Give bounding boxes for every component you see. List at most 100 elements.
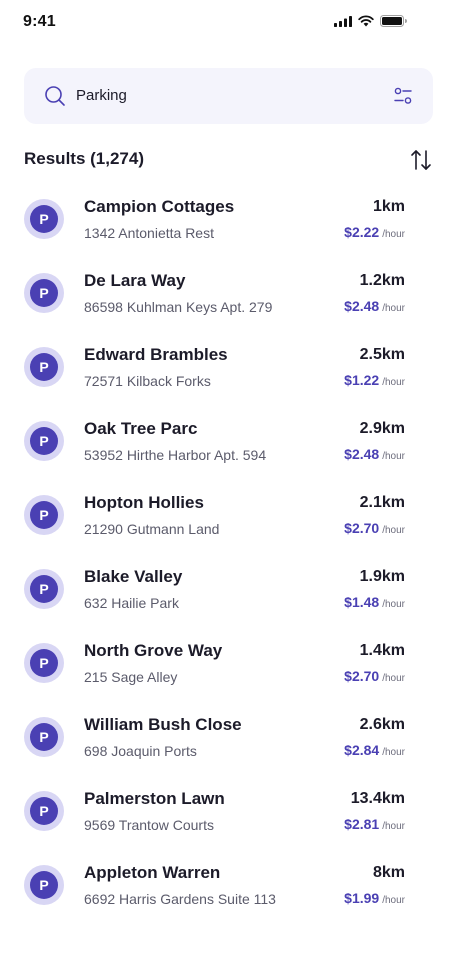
filter-icon[interactable] [393, 86, 413, 106]
parking-address: 1342 Antonietta Rest [84, 225, 214, 241]
parking-badge: P [24, 865, 64, 905]
parking-price-row: $2.48/hour [344, 298, 405, 316]
parking-price: $2.48 [344, 446, 380, 462]
parking-badge: P [24, 643, 64, 683]
cellular-signal-icon [334, 15, 352, 27]
parking-price: $2.84 [344, 742, 380, 758]
parking-icon: P [30, 501, 58, 529]
parking-price-unit: /hour [382, 747, 405, 758]
parking-price-unit: /hour [382, 525, 405, 536]
parking-price-unit: /hour [382, 303, 405, 314]
parking-name: Hopton Hollies [84, 493, 204, 512]
parking-name: Palmerston Lawn [84, 789, 225, 808]
parking-distance: 1.2km [359, 272, 405, 289]
wifi-icon [358, 15, 374, 27]
parking-price-row: $1.99/hour [344, 890, 405, 908]
parking-price-row: $2.70/hour [344, 668, 405, 686]
parking-price-row: $1.48/hour [344, 594, 405, 612]
parking-icon: P [30, 575, 58, 603]
parking-distance: 1.4km [359, 642, 405, 659]
parking-price-unit: /hour [382, 821, 405, 832]
parking-price: $1.22 [344, 372, 380, 388]
parking-distance: 8km [372, 864, 405, 881]
search-bar[interactable]: Parking [24, 68, 433, 124]
parking-list-item[interactable]: P Campion Cottages 1342 Antonietta Rest … [24, 182, 405, 256]
parking-address: 698 Joaquin Ports [84, 743, 197, 759]
parking-distance: 13.4km [350, 790, 405, 807]
parking-price-row: $2.70/hour [344, 520, 405, 538]
parking-price-unit: /hour [382, 229, 405, 240]
parking-price-unit: /hour [382, 377, 405, 388]
parking-price-row: $2.81/hour [344, 816, 405, 834]
parking-icon: P [30, 205, 58, 233]
parking-list-item[interactable]: P Oak Tree Parc 53952 Hirthe Harbor Apt.… [24, 404, 405, 478]
parking-price: $2.70 [344, 668, 380, 684]
parking-address: 53952 Hirthe Harbor Apt. 594 [84, 447, 267, 463]
parking-address: 72571 Kilback Forks [84, 373, 211, 389]
parking-price-row: $1.22/hour [344, 372, 405, 390]
parking-price: $2.81 [344, 816, 380, 832]
parking-list-item[interactable]: P William Bush Close 698 Joaquin Ports 2… [24, 700, 405, 774]
parking-price: $1.99 [344, 890, 380, 906]
parking-badge: P [24, 569, 64, 609]
parking-name: Campion Cottages [84, 197, 235, 216]
parking-price-row: $2.84/hour [344, 742, 405, 760]
search-icon [45, 86, 65, 106]
parking-list-item[interactable]: P Hopton Hollies 21290 Gutmann Land 2.1k… [24, 478, 405, 552]
parking-price: $2.70 [344, 520, 380, 536]
status-icons [334, 15, 407, 27]
battery-icon [380, 15, 407, 27]
search-input[interactable]: Parking [76, 87, 127, 104]
parking-icon: P [30, 871, 58, 899]
parking-distance: 2.1km [359, 494, 405, 511]
parking-name: North Grove Way [84, 641, 223, 660]
parking-price: $1.48 [344, 594, 380, 610]
parking-name: Appleton Warren [84, 863, 221, 882]
results-title: Results (1,274) [24, 149, 144, 168]
parking-price-row: $2.48/hour [344, 446, 405, 464]
parking-name: William Bush Close [84, 715, 242, 734]
parking-badge: P [24, 717, 64, 757]
parking-address: 6692 Harris Gardens Suite 113 [84, 891, 276, 907]
parking-badge: P [24, 347, 64, 387]
parking-price: $2.48 [344, 298, 380, 314]
parking-badge: P [24, 199, 64, 239]
status-bar: 9:41 [0, 0, 457, 46]
parking-price-unit: /hour [382, 673, 405, 684]
parking-badge: P [24, 273, 64, 313]
parking-address: 215 Sage Alley [84, 669, 178, 685]
parking-distance: 1km [372, 198, 405, 215]
parking-badge: P [24, 791, 64, 831]
parking-list-item[interactable]: P Palmerston Lawn 9569 Trantow Courts 13… [24, 774, 405, 848]
parking-icon: P [30, 279, 58, 307]
parking-price-row: $2.22/hour [344, 224, 405, 242]
parking-price-unit: /hour [382, 895, 405, 906]
parking-address: 632 Hailie Park [84, 595, 179, 611]
parking-price-unit: /hour [382, 599, 405, 610]
parking-name: Oak Tree Parc [84, 419, 198, 438]
parking-list-item[interactable]: P Appleton Warren 6692 Harris Gardens Su… [24, 848, 405, 922]
parking-address: 21290 Gutmann Land [84, 521, 220, 537]
sort-icon[interactable] [409, 148, 433, 172]
parking-name: Blake Valley [84, 567, 183, 586]
parking-address: 9569 Trantow Courts [84, 817, 214, 833]
parking-icon: P [30, 723, 58, 751]
parking-list-item[interactable]: P Edward Brambles 72571 Kilback Forks 2.… [24, 330, 405, 404]
parking-list-item[interactable]: P North Grove Way 215 Sage Alley 1.4km $… [24, 626, 405, 700]
parking-distance: 2.9km [359, 420, 405, 437]
parking-distance: 2.5km [359, 346, 405, 363]
parking-distance: 1.9km [359, 568, 405, 585]
parking-name: De Lara Way [84, 271, 186, 290]
parking-list: P Campion Cottages 1342 Antonietta Rest … [24, 182, 405, 922]
parking-icon: P [30, 797, 58, 825]
parking-address: 86598 Kuhlman Keys Apt. 279 [84, 299, 273, 315]
parking-badge: P [24, 421, 64, 461]
parking-list-item[interactable]: P Blake Valley 632 Hailie Park 1.9km $1.… [24, 552, 405, 626]
parking-icon: P [30, 649, 58, 677]
status-time: 9:41 [23, 13, 56, 30]
parking-icon: P [30, 353, 58, 381]
parking-price-unit: /hour [382, 451, 405, 462]
parking-badge: P [24, 495, 64, 535]
parking-distance: 2.6km [359, 716, 405, 733]
parking-list-item[interactable]: P De Lara Way 86598 Kuhlman Keys Apt. 27… [24, 256, 405, 330]
